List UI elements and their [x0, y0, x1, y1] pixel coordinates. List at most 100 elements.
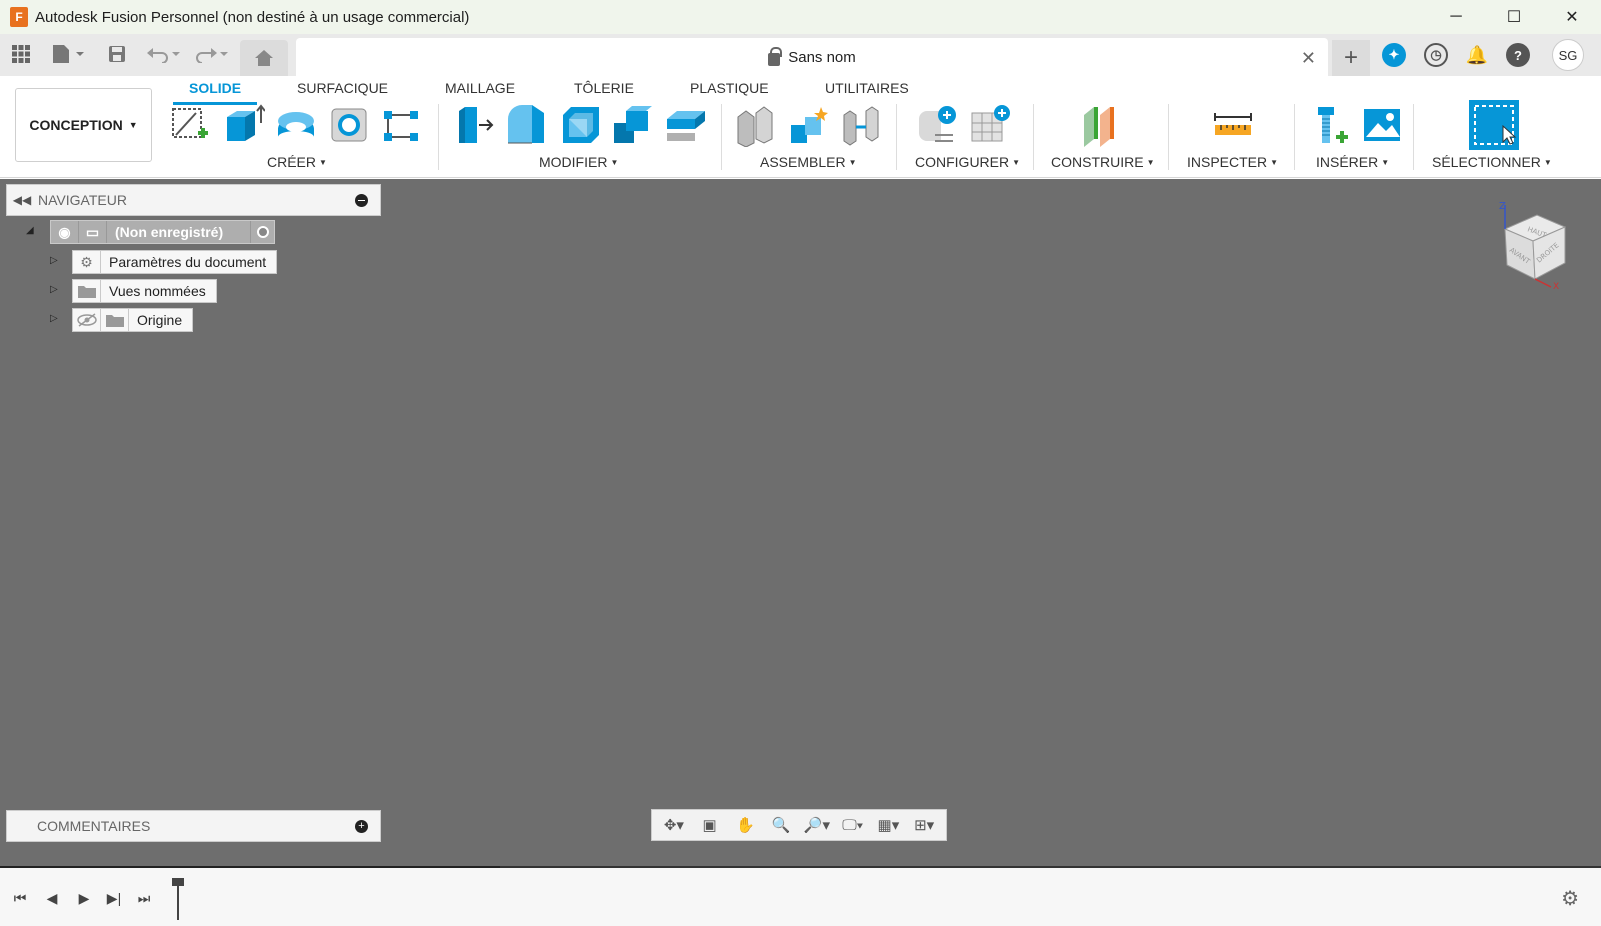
group-inspect[interactable]: INSPECTER ▼ — [1187, 154, 1278, 170]
pan-icon[interactable]: ✋ — [729, 813, 761, 837]
group-construct-label: CONSTRUIRE — [1051, 154, 1144, 170]
file-menu-icon[interactable] — [50, 42, 86, 66]
new-component-icon[interactable] — [734, 103, 778, 148]
workspace-selector[interactable]: CONCEPTION ▼ — [15, 88, 152, 162]
undo-icon[interactable] — [146, 42, 182, 66]
divider — [1413, 104, 1414, 170]
chevron-down-icon: ▼ — [1381, 158, 1390, 167]
document-tab[interactable]: Sans nom ✕ — [296, 38, 1328, 76]
viewports-icon[interactable]: ⊞▾ — [908, 813, 940, 837]
create-sketch-icon[interactable] — [168, 103, 212, 147]
expand-root-icon[interactable]: ◢ — [26, 225, 36, 236]
insert-canvas-icon[interactable] — [1360, 103, 1404, 147]
tree-root-item[interactable]: ◉ ▭ (Non enregistré) — [50, 220, 275, 244]
group-modify-label: MODIFIER — [539, 154, 608, 170]
fit-icon[interactable]: 🔎▾ — [801, 813, 833, 837]
orbit-icon[interactable]: ✥▾ — [658, 813, 690, 837]
redo-icon[interactable] — [194, 42, 230, 66]
expand-icon[interactable]: ▷ — [50, 255, 60, 266]
document-icon: ▭ — [79, 221, 107, 243]
divider — [896, 104, 897, 170]
zoom-icon[interactable]: 🔍 — [765, 813, 797, 837]
maximize-button[interactable]: ☐ — [1485, 0, 1543, 34]
eye-icon[interactable]: ◉ — [51, 221, 79, 243]
look-at-icon[interactable]: ▣ — [694, 813, 726, 837]
activate-radio-icon[interactable] — [250, 221, 274, 243]
go-to-end-icon[interactable]: ⏭ — [132, 886, 156, 910]
viewcube[interactable]: Z X HAUT AVANT DROITE — [1495, 199, 1585, 292]
group-create[interactable]: CRÉER ▼ — [267, 154, 327, 170]
hole-icon[interactable] — [327, 103, 371, 147]
fillet-icon[interactable] — [504, 103, 548, 147]
group-assemble-label: ASSEMBLER — [760, 154, 846, 170]
fusion-logo-icon: F — [10, 7, 28, 27]
user-avatar[interactable]: SG — [1552, 39, 1584, 71]
timeline-settings-gear-icon[interactable]: ⚙ — [1561, 886, 1579, 911]
extensions-icon[interactable]: ✦ — [1382, 43, 1406, 67]
divider — [438, 104, 439, 170]
joint-icon[interactable] — [787, 103, 831, 147]
navigation-toolbar: ✥▾ ▣ ✋ 🔍 🔎▾ 🖵▾ ▦▾ ⊞▾ — [651, 809, 947, 841]
pattern-icon[interactable] — [380, 103, 424, 147]
axis-z-label: Z — [1499, 201, 1506, 212]
minimize-navigator-icon[interactable] — [355, 194, 368, 207]
press-pull-icon[interactable] — [451, 103, 495, 147]
apps-grid-icon[interactable] — [10, 42, 32, 66]
expand-icon[interactable]: ▷ — [50, 313, 60, 324]
tree-item-label: Vues nommées — [109, 283, 206, 299]
divider — [1294, 104, 1295, 170]
offset-plane-icon[interactable] — [1078, 103, 1122, 147]
measure-icon[interactable] — [1211, 103, 1255, 147]
tree-item-origin[interactable]: Origine — [72, 308, 194, 332]
lock-icon — [768, 46, 783, 66]
combine-icon[interactable] — [610, 103, 654, 147]
offset-face-icon[interactable] — [663, 103, 707, 147]
select-icon[interactable] — [1469, 100, 1519, 150]
eye-hidden-icon[interactable] — [73, 309, 101, 331]
group-assemble[interactable]: ASSEMBLER ▼ — [760, 154, 857, 170]
tree-item-document-settings[interactable]: ⚙ Paramètres du document — [72, 250, 278, 274]
help-icon[interactable]: ? — [1506, 43, 1530, 67]
as-built-joint-icon[interactable] — [840, 103, 884, 147]
viewport-canvas[interactable]: ◀◀ NAVIGATEUR ◢ ◉ ▭ (Non enregistré) ▷ ⚙… — [0, 179, 1601, 866]
group-modify[interactable]: MODIFIER ▼ — [539, 154, 618, 170]
home-tab[interactable] — [240, 40, 288, 76]
timeline-marker[interactable] — [172, 878, 184, 920]
tree-item-label: Paramètres du document — [109, 254, 267, 270]
group-select[interactable]: SÉLECTIONNER ▼ — [1432, 154, 1552, 170]
collapse-navigator-icon[interactable]: ◀◀ — [11, 193, 33, 207]
chevron-down-icon: ▼ — [1012, 158, 1021, 167]
comments-panel: COMMENTAIRES + — [6, 810, 381, 842]
chevron-down-icon: ▼ — [128, 120, 138, 130]
go-to-start-icon[interactable]: ⏮ — [8, 886, 32, 910]
shell-icon[interactable] — [557, 103, 601, 147]
job-status-icon[interactable]: ◷ — [1424, 43, 1448, 67]
configure-design-icon[interactable] — [915, 103, 959, 147]
timeline: ⏮ ◀ ▶ ▶| ⏭ ⚙ — [0, 866, 1601, 926]
step-back-icon[interactable]: ◀ — [40, 886, 64, 910]
close-document-button[interactable]: ✕ — [1301, 48, 1316, 69]
step-forward-icon[interactable]: ▶| — [102, 886, 126, 910]
group-create-label: CRÉER — [267, 154, 317, 170]
display-settings-icon[interactable]: 🖵▾ — [837, 813, 869, 837]
grid-settings-icon[interactable]: ▦▾ — [872, 813, 904, 837]
notifications-icon[interactable]: 🔔 — [1465, 43, 1489, 67]
navigator-panel: ◀◀ NAVIGATEUR — [6, 184, 381, 216]
group-configure[interactable]: CONFIGURER ▼ — [915, 154, 1020, 170]
expand-icon[interactable]: ▷ — [50, 284, 60, 295]
group-construct[interactable]: CONSTRUIRE ▼ — [1051, 154, 1154, 170]
group-select-label: SÉLECTIONNER — [1432, 154, 1541, 170]
workspace-label: CONCEPTION — [29, 117, 123, 133]
new-tab-button[interactable]: + — [1332, 40, 1370, 76]
close-window-button[interactable]: ✕ — [1543, 0, 1601, 34]
revolve-icon[interactable] — [274, 103, 318, 147]
save-icon[interactable] — [106, 42, 128, 66]
extrude-icon[interactable] — [221, 103, 266, 147]
play-icon[interactable]: ▶ — [72, 886, 96, 910]
minimize-button[interactable]: ─ — [1427, 0, 1485, 34]
add-comment-icon[interactable]: + — [355, 820, 368, 833]
tree-item-named-views[interactable]: Vues nommées — [72, 279, 217, 303]
group-insert[interactable]: INSÉRER ▼ — [1316, 154, 1389, 170]
configuration-table-icon[interactable] — [968, 103, 1012, 147]
insert-mcmaster-icon[interactable] — [1308, 103, 1352, 147]
